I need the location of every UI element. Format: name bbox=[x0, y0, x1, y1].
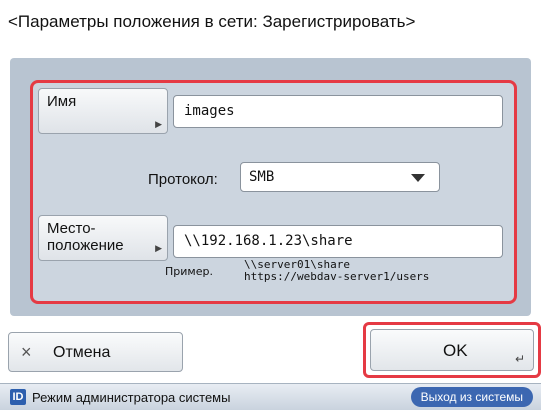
logout-button[interactable]: Выход из системы bbox=[410, 387, 533, 407]
corner-arrow-icon: ▶ bbox=[155, 119, 162, 129]
ok-button-label: OK bbox=[443, 341, 468, 360]
name-button-label: Имя bbox=[47, 93, 77, 110]
enter-icon: ↵ bbox=[514, 352, 525, 366]
protocol-select[interactable]: SMB bbox=[240, 162, 440, 192]
example-values: \\server01\share https://webdav-server1/… bbox=[244, 259, 429, 283]
example-label: Пример. bbox=[165, 265, 213, 278]
corner-arrow-icon: ▶ bbox=[155, 243, 162, 253]
location-field[interactable]: \\192.168.1.23\share bbox=[173, 225, 503, 258]
location-button-label-line1: Место- bbox=[47, 220, 96, 237]
name-field[interactable]: images bbox=[173, 95, 503, 128]
admin-mode-text: Режим администратора системы bbox=[32, 390, 231, 405]
location-button-label-line2: положение bbox=[47, 237, 124, 254]
close-icon: × bbox=[21, 342, 32, 362]
cancel-button[interactable]: × Отмена bbox=[8, 332, 183, 372]
name-button[interactable]: Имя ▶ bbox=[38, 88, 168, 134]
location-button[interactable]: Место- положение ▶ bbox=[38, 215, 168, 261]
id-badge-icon: ID bbox=[10, 389, 26, 405]
chevron-down-icon bbox=[411, 174, 425, 182]
protocol-value: SMB bbox=[249, 169, 275, 185]
page-title: <Параметры положения в сети: Зарегистрир… bbox=[8, 12, 416, 31]
status-bar: ID Режим администратора системы Выход из… bbox=[0, 383, 541, 410]
example-line-2: https://webdav-server1/users bbox=[244, 270, 430, 283]
cancel-button-label: Отмена bbox=[53, 344, 111, 361]
protocol-label: Протокол: bbox=[148, 171, 218, 188]
ok-button[interactable]: OK ↵ bbox=[370, 329, 534, 371]
